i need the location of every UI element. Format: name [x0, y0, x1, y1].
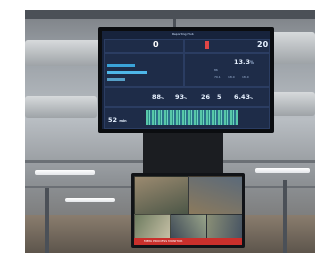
alert-indicator: [205, 41, 209, 49]
progress-bar: [107, 71, 147, 74]
camera-feed: [134, 213, 172, 241]
dashboard-screen: Reporting Hub 0 20 13.3% 86 79.1 18.0 18…: [102, 31, 270, 129]
cctv-banner: MEPA PROCESS MONITOR: [134, 238, 242, 245]
bottom-value: 52 min: [108, 116, 127, 124]
column: [283, 180, 287, 253]
metric-1: 88%: [152, 93, 165, 101]
camera-feed: [206, 213, 242, 241]
mounting-bracket: [143, 133, 223, 173]
percent-main: 13.3%: [234, 58, 255, 66]
ceiling-beam: [25, 10, 315, 19]
camera-feed: [169, 213, 209, 241]
column: [45, 188, 49, 253]
small-value: 86: [214, 68, 218, 72]
metric-5: 6.43%: [234, 93, 254, 101]
camera-feed: [134, 176, 190, 216]
cctv-banner-text: MEPA PROCESS MONITOR: [144, 239, 183, 243]
factory-photo: Reporting Hub 0 20 13.3% 86 79.1 18.0 18…: [25, 10, 315, 253]
small-value: 18.0: [228, 75, 235, 79]
waveform-graph: [146, 110, 238, 125]
cctv-screen: MEPA PROCESS MONITOR: [134, 176, 242, 245]
metric-2: 93%: [175, 93, 188, 101]
panel-a: [104, 39, 184, 53]
ceiling-light: [255, 168, 310, 173]
ceiling-light: [35, 170, 95, 175]
air-duct-lower-left: [25, 96, 97, 118]
cctv-monitor: MEPA PROCESS MONITOR: [131, 173, 245, 248]
dashboard-header: Reporting Hub: [172, 32, 194, 36]
progress-bar: [107, 64, 135, 67]
stat-a: 0: [153, 40, 159, 49]
small-value: 18.0: [242, 75, 249, 79]
camera-feed: [188, 176, 242, 216]
small-value: 79.1: [214, 75, 221, 79]
progress-bar: [107, 78, 125, 81]
ceiling-light: [65, 198, 115, 202]
mount-rod: [173, 10, 176, 28]
panel-c: [104, 53, 184, 87]
dashboard-monitor: Reporting Hub 0 20 13.3% 86 79.1 18.0 18…: [98, 27, 274, 133]
stat-top-right: 20: [257, 40, 269, 49]
panel-d: [184, 53, 270, 87]
air-duct-left: [25, 40, 105, 66]
metric-4: 5: [217, 93, 222, 101]
metric-3: 26: [201, 93, 211, 101]
